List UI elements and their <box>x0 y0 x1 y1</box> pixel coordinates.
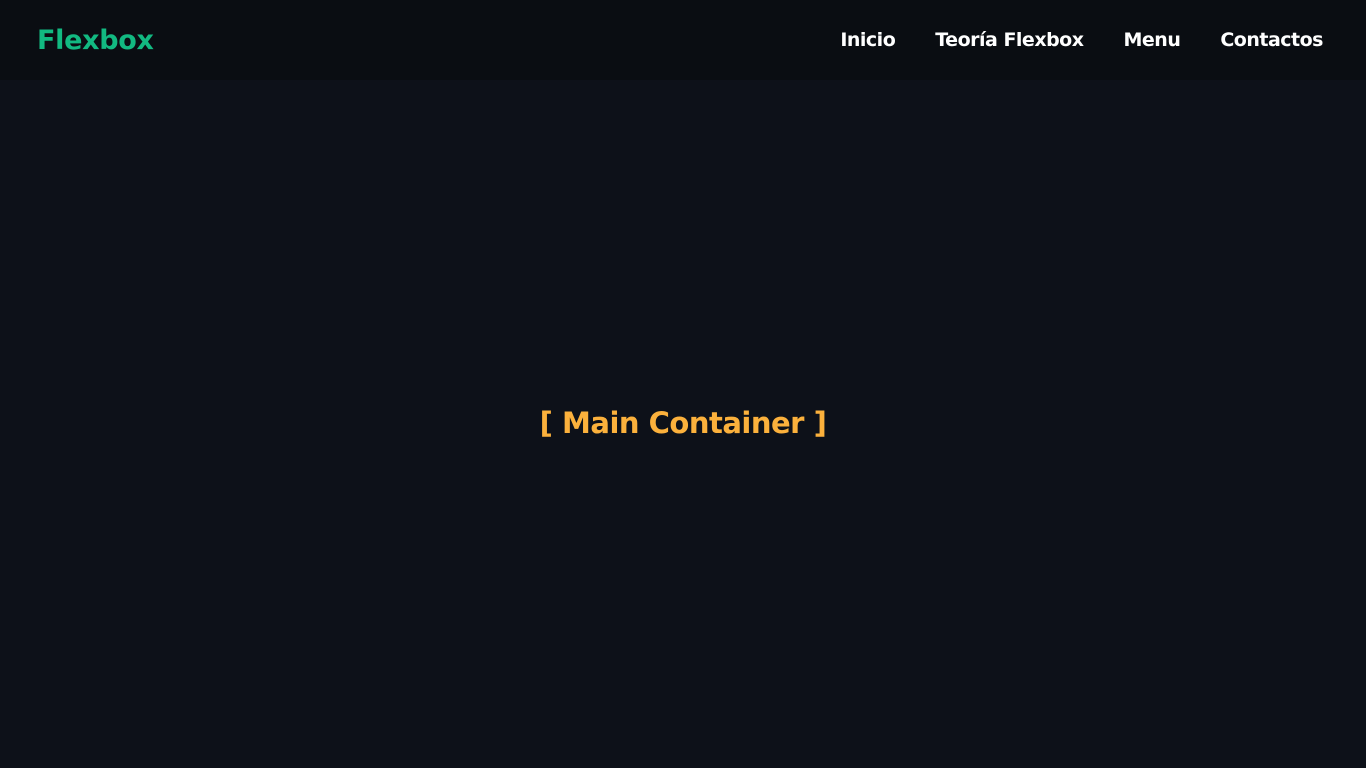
site-header: Flexbox Inicio Teoría Flexbox Menu Conta… <box>0 0 1366 80</box>
logo-link[interactable]: Flexbox <box>37 0 154 80</box>
nav-link-teoria-flexbox[interactable]: Teoría Flexbox <box>935 29 1084 51</box>
main-container: [ Main Container ] <box>0 80 1366 768</box>
nav-link-contactos[interactable]: Contactos <box>1220 29 1323 51</box>
nav-link-menu[interactable]: Menu <box>1124 29 1181 51</box>
main-nav: Inicio Teoría Flexbox Menu Contactos <box>840 0 1323 80</box>
main-container-label: [ Main Container ] <box>539 406 827 440</box>
nav-link-inicio[interactable]: Inicio <box>840 29 895 51</box>
